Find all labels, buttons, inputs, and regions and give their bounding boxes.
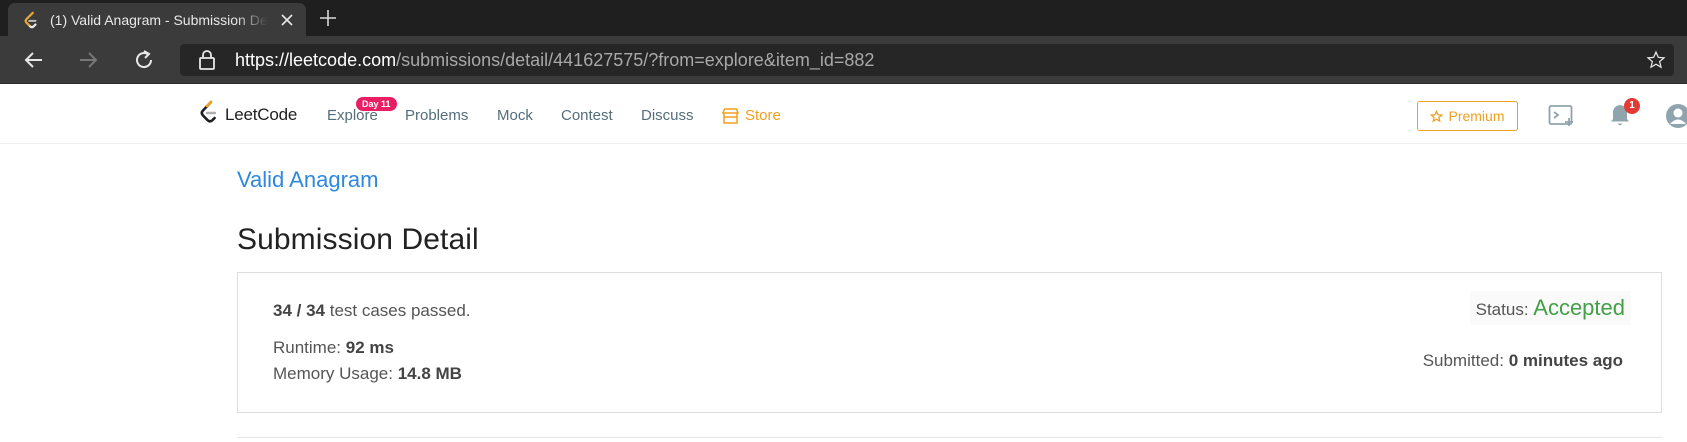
runtime-line: Runtime: 92 ms [273,338,394,358]
refresh-icon[interactable] [132,48,156,72]
leetcode-logo-icon[interactable] [198,100,220,126]
url-text[interactable]: https://leetcode.com/submissions/detail/… [235,50,874,71]
url-scheme: https:// [235,50,290,70]
test-cases-summary: 34 / 34 test cases passed. [273,301,471,321]
nav-discuss[interactable]: Discuss [641,107,694,124]
notification-count-badge: 1 [1624,98,1640,114]
bookmark-star-icon[interactable] [1646,50,1666,70]
site-header: LeetCode Explore Day 11 Problems Mock Co… [0,85,1687,144]
lock-icon[interactable] [198,50,216,70]
memory-line: Memory Usage: 14.8 MB [273,364,462,384]
test-cases-count: 34 / 34 [273,301,325,320]
submitted-label: Submitted: [1422,351,1509,370]
runtime-label: Runtime: [273,338,346,357]
submitted-line: Submitted: 0 minutes ago [1423,351,1623,371]
status-label: Status: [1475,300,1534,319]
runtime-value: 92 ms [345,338,394,357]
memory-label: Memory Usage: [273,364,398,383]
brand-name[interactable]: LeetCode [225,105,297,125]
problem-title-link[interactable]: Valid Anagram [237,167,378,193]
test-cases-suffix: test cases passed. [325,301,471,320]
address-bar[interactable]: https://leetcode.com/submissions/detail/… [180,44,1674,76]
profile-avatar-icon[interactable] [1664,102,1687,130]
browser-toolbar: https://leetcode.com/submissions/detail/… [0,36,1687,84]
url-path: /submissions/detail/441627575/?from=expl… [396,50,875,70]
nav-problems[interactable]: Problems [405,107,468,124]
explore-day-badge: Day 11 [356,97,397,111]
page-title: Submission Detail [237,223,479,256]
memory-value: 14.8 MB [397,364,462,383]
status-line: Status: Accepted [1469,291,1631,325]
status-accepted[interactable]: Accepted [1533,295,1625,320]
new-tab-icon[interactable] [318,8,338,28]
close-tab-icon[interactable] [278,11,296,29]
url-host: leetcode.com [289,50,397,70]
browser-tab-bar: (1) Valid Anagram - Submission Detail - … [0,0,1687,36]
playground-console-icon[interactable] [1548,104,1576,128]
browser-tab-active[interactable]: (1) Valid Anagram - Submission Detail - … [8,3,306,36]
content-divider [237,437,1662,438]
tab-title: (1) Valid Anagram - Submission Detail - … [50,12,268,28]
nav-store[interactable]: Store [745,107,781,124]
back-arrow-icon[interactable] [22,48,46,72]
forward-arrow-icon[interactable] [76,48,100,72]
premium-button[interactable]: Premium [1417,101,1518,131]
premium-star-icon [1430,109,1444,123]
leetcode-favicon-icon [24,11,37,29]
premium-label: Premium [1448,108,1505,124]
submission-result-card: 34 / 34 test cases passed. Runtime: 92 m… [237,272,1662,413]
nav-mock[interactable]: Mock [497,107,533,124]
store-icon[interactable] [722,108,739,124]
nav-contest[interactable]: Contest [561,107,613,124]
submitted-value: 0 minutes ago [1508,351,1623,370]
